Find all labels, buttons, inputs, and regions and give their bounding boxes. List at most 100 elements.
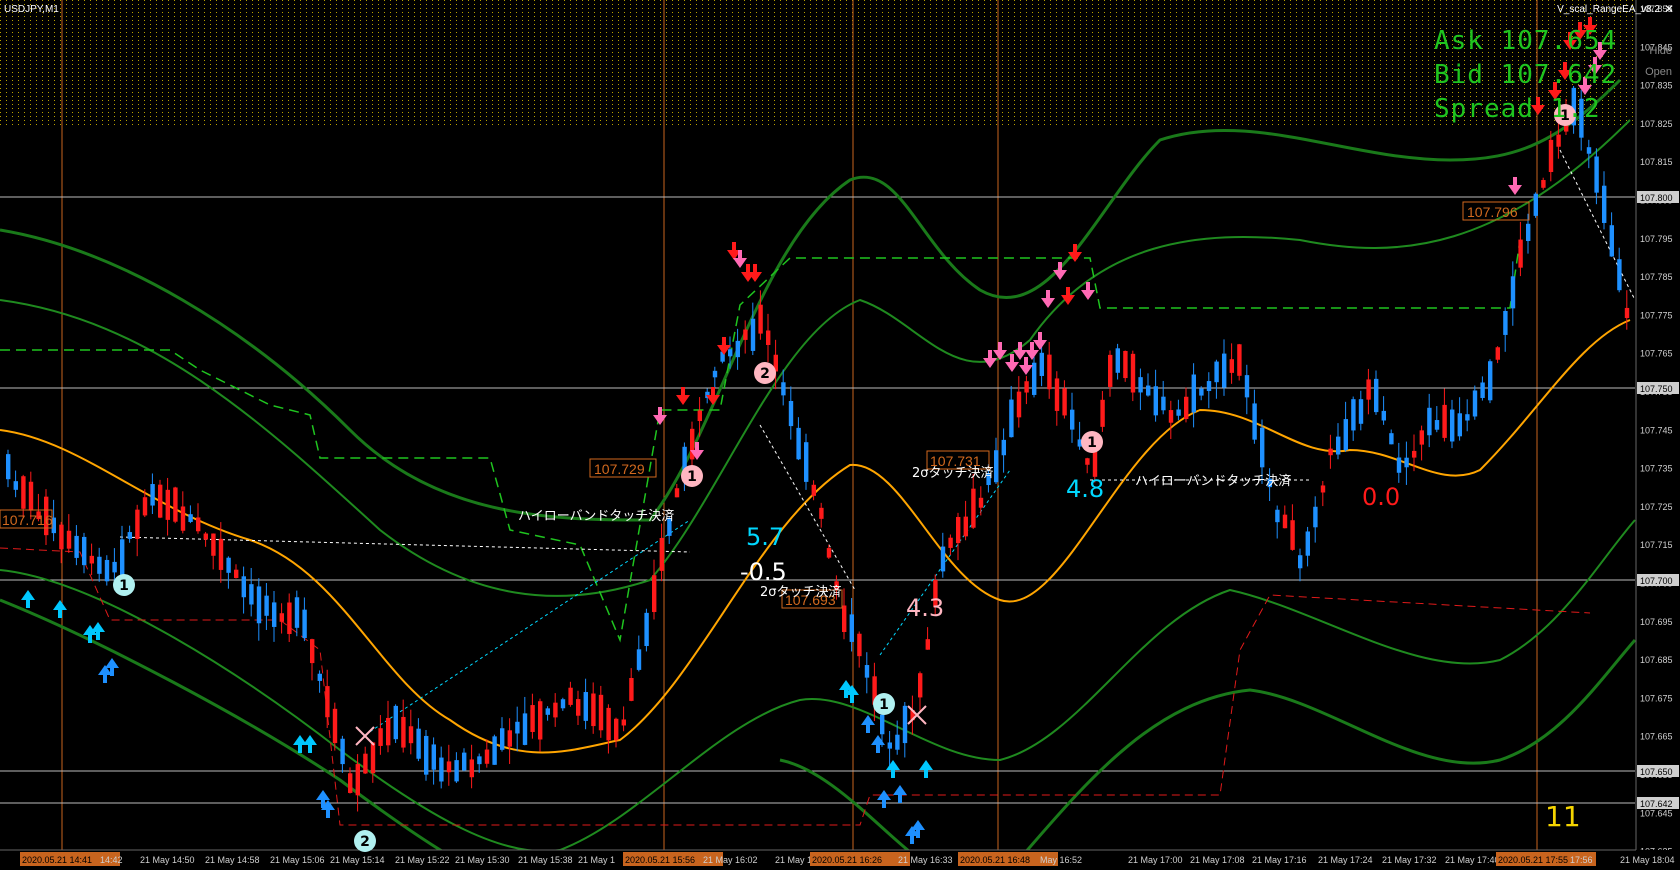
bear-candle <box>507 730 512 747</box>
bear-candle <box>180 506 186 531</box>
bull-candle <box>1389 433 1394 445</box>
price-axis-label: 107.665 <box>1640 732 1673 742</box>
price-tag-1: 107.729 <box>594 461 645 477</box>
bear-candle <box>925 639 930 650</box>
time-axis-label: 21 May 1 <box>775 855 812 865</box>
hide-button[interactable]: Hide <box>1649 45 1672 57</box>
price-axis-label: 107.815 <box>1640 157 1673 167</box>
bull-candle <box>1009 399 1014 438</box>
open-button[interactable]: Open <box>1645 66 1672 78</box>
bear-candle <box>1016 391 1022 418</box>
bull-candle <box>1374 378 1379 413</box>
inner-lower-band <box>0 519 1636 853</box>
candlesticks <box>6 85 1630 812</box>
bear-candle <box>1556 134 1561 147</box>
bear-candle <box>743 329 748 340</box>
bull-candle <box>439 757 444 782</box>
bull-candle <box>1404 457 1409 468</box>
bull-candle <box>1602 185 1607 223</box>
bull-candle <box>150 484 155 506</box>
bear-candle <box>553 702 558 718</box>
price-axis-label: 107.785 <box>1640 272 1673 282</box>
bear-candle <box>196 517 201 532</box>
price-axis-label: 107.775 <box>1640 310 1673 320</box>
price-axis-highlight-label: 107.650 <box>1640 767 1673 777</box>
bull-candle <box>728 349 733 357</box>
bear-candle <box>1320 485 1326 493</box>
bull-candle <box>545 708 550 715</box>
time-axis: 2020.05.21 14:41 14:42 21 May 14:50 21 May … <box>0 849 1680 870</box>
buy-arrow <box>893 785 907 803</box>
bull-candle <box>340 738 345 765</box>
buy-arrow <box>919 760 933 778</box>
close-ea-button[interactable]: ✕ <box>1662 2 1676 16</box>
bull-candle <box>1336 436 1341 455</box>
buy-arrow <box>886 760 900 778</box>
hilo-settle-label-1: ハイローバンドタッチ決済 <box>518 508 674 524</box>
time-axis-label: 2020.05.21 14:41 <box>22 855 92 865</box>
price-axis-label: 107.835 <box>1640 81 1673 91</box>
bull-candle <box>1358 399 1364 424</box>
bull-candle <box>804 442 809 482</box>
bid-price-readout: Bid 107.642 <box>1434 60 1618 90</box>
bull-candle <box>940 546 946 572</box>
trade-marker-4: 2 <box>760 366 770 382</box>
bull-candle <box>1313 506 1318 528</box>
bull-candle <box>256 586 262 624</box>
bear-candle <box>956 516 961 544</box>
time-axis-label: 21 May 17:16 <box>1252 855 1307 865</box>
bear-candle <box>918 673 923 698</box>
bull-candle <box>112 561 117 573</box>
bear-candle <box>826 548 832 558</box>
bear-candle <box>446 761 452 773</box>
trade-marker-5: 1 <box>879 697 889 713</box>
bull-candle <box>500 728 505 750</box>
price-axis-highlight-label: 107.800 <box>1640 193 1673 203</box>
bull-candle <box>1070 409 1075 430</box>
bull-candle <box>1298 555 1303 569</box>
bull-candle <box>1480 382 1485 398</box>
price-axis-label: 107.735 <box>1640 464 1673 474</box>
bull-candle <box>1206 381 1212 392</box>
bear-candle <box>59 524 64 550</box>
price-axis-highlight-label: 107.642 <box>1640 799 1673 809</box>
bull-candle <box>302 609 307 639</box>
bull-candle <box>887 742 892 749</box>
bull-candle <box>1427 407 1432 436</box>
price-chart[interactable]: 107.855107.845107.835107.825107.815107.8… <box>0 0 1680 870</box>
bear-candle <box>621 719 626 726</box>
bear-candle <box>386 717 391 746</box>
bull-candle <box>462 752 467 771</box>
time-axis-label: 21 May 15:22 <box>395 855 450 865</box>
spread-readout: Spread 1.2 <box>1434 94 1601 124</box>
price-axis-label: 107.675 <box>1640 693 1673 703</box>
bear-candle <box>606 707 611 741</box>
buy-arrow <box>91 622 105 640</box>
bull-candle <box>1343 419 1348 451</box>
bear-candle <box>819 507 824 519</box>
sell-arrow <box>676 387 690 405</box>
bull-candle <box>1275 509 1280 523</box>
sell-arrow <box>1041 290 1055 308</box>
bear-candle <box>971 488 976 528</box>
bull-candle <box>1161 396 1166 411</box>
bull-candle <box>1138 377 1143 393</box>
bull-candle <box>104 559 110 582</box>
bull-candle <box>750 318 756 351</box>
bull-candle <box>294 597 300 628</box>
bear-candle <box>1062 388 1067 416</box>
bear-candle <box>1123 350 1128 379</box>
moving-average-line <box>0 319 1631 754</box>
exit-cross-markers <box>355 705 927 746</box>
time-axis-label: 21 May 1 <box>578 855 615 865</box>
price-axis-highlight-label: 107.700 <box>1640 576 1673 586</box>
bull-candle <box>1457 413 1462 437</box>
bear-candle <box>1282 514 1288 529</box>
bear-candle <box>1024 381 1029 393</box>
bear-candle <box>568 687 573 705</box>
bear-candle <box>279 613 284 622</box>
bear-candle <box>408 726 414 744</box>
bull-candle <box>522 713 528 745</box>
sell-arrow <box>1033 332 1047 350</box>
trade-marker-2: 2 <box>360 834 370 850</box>
